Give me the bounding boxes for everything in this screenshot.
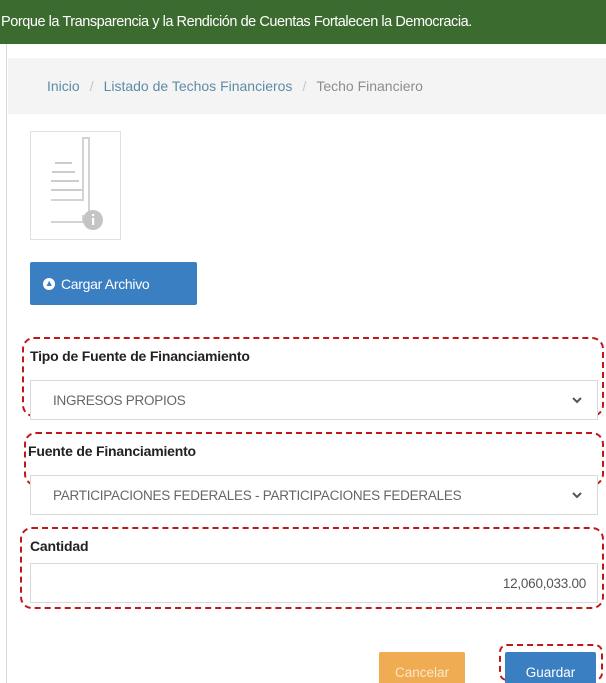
fuente-select[interactable]: PARTICIPACIONES FEDERALES - PARTICIPACIO… bbox=[30, 475, 598, 515]
breadcrumb-separator: / bbox=[89, 78, 94, 94]
tipo-fuente-select[interactable]: INGRESOS PROPIOS bbox=[30, 380, 598, 420]
content-left-border bbox=[6, 44, 7, 683]
chevron-down-icon bbox=[572, 492, 582, 499]
breadcrumb: Inicio / Listado de Techos Financieros /… bbox=[8, 58, 606, 114]
cantidad-label: Cantidad bbox=[30, 538, 89, 554]
tipo-fuente-label: Tipo de Fuente de Financiamiento bbox=[30, 348, 250, 364]
chevron-down-icon bbox=[572, 397, 582, 404]
cancel-label: Cancelar bbox=[394, 664, 450, 680]
cancel-button[interactable]: Cancelar bbox=[379, 652, 465, 683]
motto-text: Porque la Transparencia y la Rendición d… bbox=[1, 14, 472, 30]
breadcrumb-separator: / bbox=[302, 78, 307, 94]
breadcrumb-inicio[interactable]: Inicio bbox=[47, 78, 80, 94]
document-info-icon bbox=[51, 137, 103, 230]
breadcrumb-listado-techos[interactable]: Listado de Techos Financieros bbox=[104, 78, 293, 94]
cantidad-input[interactable]: 12,060,033.00 bbox=[30, 563, 598, 603]
motto-banner: Porque la Transparencia y la Rendición d… bbox=[0, 0, 606, 44]
fuente-label: Fuente de Financiamiento bbox=[28, 443, 196, 459]
tipo-fuente-value: INGRESOS PROPIOS bbox=[53, 392, 186, 408]
techo-financiero-page: Porque la Transparencia y la Rendición d… bbox=[0, 0, 606, 683]
save-label: Guardar bbox=[525, 664, 576, 680]
cantidad-value: 12,060,033.00 bbox=[502, 575, 586, 591]
upload-file-label: Cargar Archivo bbox=[61, 275, 150, 292]
circle-arrow-up-icon: ▲ bbox=[43, 277, 55, 290]
file-preview[interactable] bbox=[30, 131, 121, 240]
save-button[interactable]: Guardar bbox=[505, 652, 596, 683]
fuente-value: PARTICIPACIONES FEDERALES - PARTICIPACIO… bbox=[53, 487, 462, 503]
upload-file-button[interactable]: ▲ Cargar Archivo bbox=[30, 262, 197, 305]
breadcrumb-current: Techo Financiero bbox=[316, 78, 423, 94]
